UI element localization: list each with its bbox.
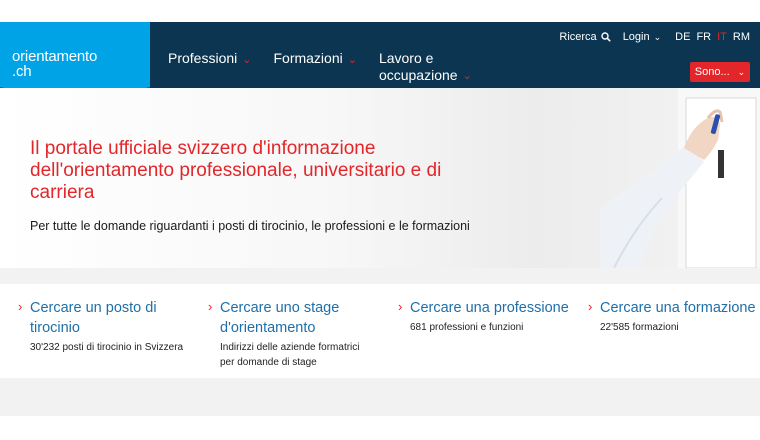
quicklink-desc: 30'232 posti di tirocinio in Svizzera	[30, 342, 184, 353]
quicklink-desc: 681 professioni e funzioni	[410, 322, 524, 333]
quicklink-professione[interactable]: › Cercare una professione 681 profession…	[380, 284, 570, 378]
hero-subtitle: Per tutte le domande riguardanti i posti…	[30, 219, 470, 233]
site-logo[interactable]: orientamento .ch	[0, 22, 150, 98]
nav-item-lavoro[interactable]: Lavoro e occupazione ⌄	[379, 50, 472, 84]
login-button[interactable]: Login ⌄	[623, 31, 661, 43]
chevron-down-icon: ⌄	[242, 54, 252, 66]
chevron-down-icon: ⌄	[462, 70, 472, 82]
chevron-down-icon: ⌄	[737, 66, 746, 77]
nav-item-label-line1: Lavoro e	[378, 50, 434, 66]
quicklink-formazione[interactable]: › Cercare una formazione 22'585 formazio…	[570, 284, 760, 378]
chevron-down-icon: ⌄	[653, 31, 662, 42]
lang-de[interactable]: DE	[675, 31, 690, 43]
quicklink-title[interactable]: Cercare una formazione	[600, 298, 756, 318]
lang-fr[interactable]: FR	[696, 31, 711, 43]
quicklink-title[interactable]: Cercare una professione	[410, 298, 569, 318]
section-divider	[0, 396, 760, 416]
search-label: Ricerca	[559, 31, 597, 43]
nav-item-formazioni[interactable]: Formazioni ⌄	[273, 50, 356, 84]
chevron-right-icon: ›	[208, 299, 213, 314]
sono-label: Sono...	[694, 66, 730, 78]
quicklink-title[interactable]: Cercare uno stage d'orientamento	[220, 298, 370, 338]
nav-item-label-line2: occupazione	[378, 67, 458, 83]
quicklink-desc: 22'585 formazioni	[600, 322, 679, 333]
quicklink-stage[interactable]: › Cercare uno stage d'orientamento Indir…	[190, 284, 380, 378]
lang-rm[interactable]: RM	[733, 31, 750, 43]
chevron-right-icon: ›	[398, 299, 403, 314]
site-header: orientamento .ch Professioni ⌄ Formazion…	[0, 22, 760, 98]
search-button[interactable]: Ricerca	[559, 31, 611, 43]
chevron-down-icon: ⌄	[347, 54, 357, 66]
hero-banner: Il portale ufficiale svizzero d'informaz…	[0, 88, 760, 268]
quicklinks-section: › Cercare un posto di tirocinio 30'232 p…	[0, 268, 760, 396]
page: orientamento .ch Professioni ⌄ Formazion…	[0, 22, 760, 440]
nav-item-label: Professioni	[168, 50, 238, 66]
quicklink-desc: Indirizzi delle aziende formatrici per d…	[220, 342, 360, 368]
sono-dropdown[interactable]: Sono... ⌄	[690, 62, 750, 82]
chevron-right-icon: ›	[588, 299, 593, 314]
logo-line2: .ch	[12, 63, 32, 80]
login-label: Login	[622, 31, 650, 43]
quicklink-title[interactable]: Cercare un posto di tirocinio	[30, 298, 190, 338]
logo-line1: orientamento	[12, 48, 98, 65]
logo-text: orientamento .ch	[12, 49, 97, 79]
quicklink-tirocinio[interactable]: › Cercare un posto di tirocinio 30'232 p…	[0, 284, 190, 378]
hero-title: Il portale ufficiale svizzero d'informaz…	[30, 138, 442, 203]
nav-item-professioni[interactable]: Professioni ⌄	[168, 50, 251, 84]
lang-it[interactable]: IT	[717, 31, 727, 43]
language-switcher: DE FR IT RM	[669, 31, 750, 43]
utility-bar: Ricerca Login ⌄ DE FR IT RM	[547, 31, 750, 43]
nav-item-label: Formazioni	[273, 50, 343, 66]
main-nav: Professioni ⌄ Formazioni ⌄ Lavoro e occu…	[168, 50, 494, 84]
chevron-right-icon: ›	[18, 299, 23, 314]
hero-illustration	[600, 88, 760, 268]
search-icon	[600, 32, 611, 42]
